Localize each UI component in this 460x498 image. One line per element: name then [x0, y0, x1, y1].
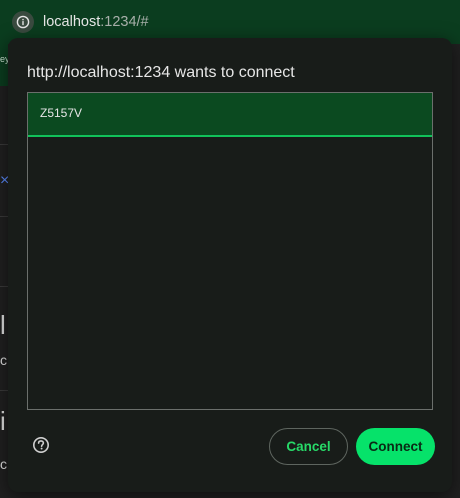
url-host: localhost: [43, 14, 101, 30]
device-name: Z5157V: [40, 106, 83, 120]
background-heading-fragment: i: [0, 406, 6, 436]
background-divider: [0, 216, 8, 217]
dialog-title: http://localhost:1234 wants to connect: [27, 64, 295, 81]
device-list-item-selected[interactable]: Z5157V: [28, 93, 432, 137]
background-text-fragment: ey: [0, 54, 8, 64]
help-button[interactable]: [32, 436, 50, 454]
background-divider: [0, 286, 8, 287]
background-divider: [0, 390, 8, 391]
device-list[interactable]: Z5157V: [27, 92, 433, 410]
background-text-fragment: c: [0, 352, 7, 368]
background-header-strip: [0, 44, 8, 86]
background-link-fragment: ×: [0, 172, 8, 189]
help-circle-icon: [33, 437, 49, 453]
background-text-fragment: c: [0, 456, 7, 472]
cancel-button[interactable]: Cancel: [269, 428, 348, 465]
info-icon: [16, 15, 30, 29]
url-path: :1234/#: [100, 14, 149, 30]
background-heading-fragment: l: [0, 310, 6, 340]
background-divider: [0, 144, 8, 145]
connect-dialog: http://localhost:1234 wants to connect Z…: [8, 38, 452, 492]
url-text[interactable]: localhost:1234/#: [43, 13, 149, 31]
site-info-button[interactable]: [12, 11, 34, 33]
connect-button[interactable]: Connect: [356, 428, 435, 465]
